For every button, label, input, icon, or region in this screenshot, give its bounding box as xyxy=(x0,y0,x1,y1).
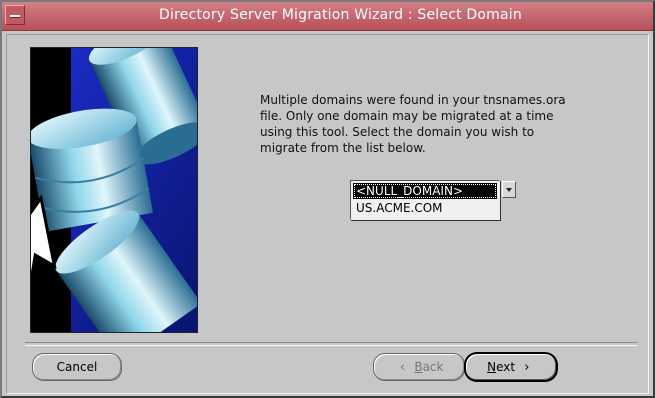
window-menu-icon[interactable] xyxy=(5,5,25,25)
chevron-down-icon[interactable] xyxy=(502,181,516,198)
domain-list[interactable]: <NULL_DOMAIN> US.ACME.COM xyxy=(350,180,500,220)
next-accelerator: N xyxy=(487,360,497,374)
button-separator xyxy=(25,342,637,346)
cancel-button[interactable]: Cancel xyxy=(32,353,122,381)
domain-option-us-acme[interactable]: US.ACME.COM xyxy=(353,200,446,216)
cylinders-cursor-illustration xyxy=(30,47,198,333)
next-label: ext xyxy=(496,360,516,374)
window-title: Directory Server Migration Wizard : Sele… xyxy=(159,7,522,23)
wizard-panel: Multiple domains were found in your tnsn… xyxy=(6,34,649,394)
back-accelerator: B xyxy=(414,360,423,374)
domain-select[interactable]: <NULL_DOMAIN> US.ACME.COM xyxy=(350,180,528,220)
next-arrow-icon: › xyxy=(524,360,530,375)
migration-wizard-window: Directory Server Migration Wizard : Sele… xyxy=(0,0,655,398)
cancel-label: Cancel xyxy=(56,360,98,374)
back-button[interactable]: ‹ Back xyxy=(373,353,465,381)
title-bar[interactable]: Directory Server Migration Wizard : Sele… xyxy=(2,2,653,31)
instructions-text: Multiple domains were found in your tnsn… xyxy=(260,93,566,155)
domain-option-null[interactable]: <NULL_DOMAIN> xyxy=(353,183,497,199)
next-button[interactable]: Next › xyxy=(465,353,557,381)
back-arrow-icon: ‹ xyxy=(399,360,406,375)
back-label: ack xyxy=(422,360,444,374)
